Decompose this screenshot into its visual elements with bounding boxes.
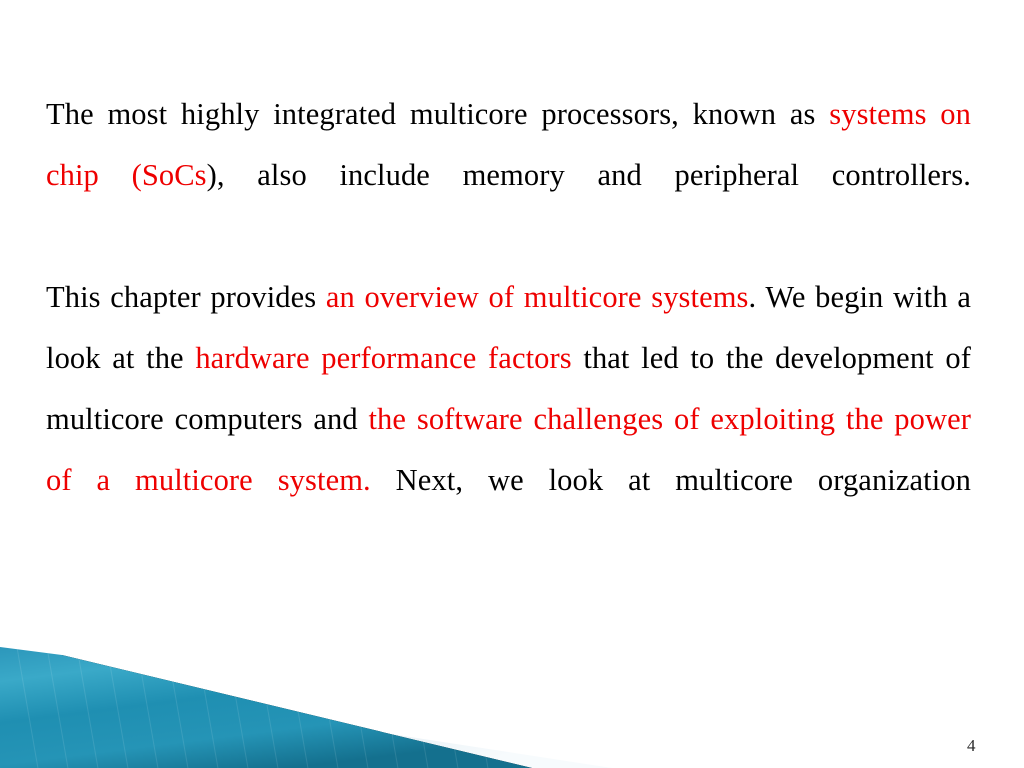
page-number: 4 <box>967 736 976 755</box>
paragraph-2: This chapter provides an overview of mul… <box>46 267 971 572</box>
pale-wedge-shape <box>0 700 612 768</box>
slide-body-text: The most highly integrated multicore pro… <box>46 84 971 572</box>
pale-wedge-upper <box>0 674 612 768</box>
highlighted-text-run: an overview of multicore systems <box>325 280 749 314</box>
black-stripe-shape <box>34 655 532 768</box>
text-run: ), also include memory and peripheral co… <box>206 158 972 192</box>
slide-canvas: The most highly integrated multicore pro… <box>0 0 1024 768</box>
teal-texture-lines <box>13 647 491 768</box>
text-run: This chapter provides <box>46 280 326 314</box>
teal-triangle-shape <box>0 647 532 768</box>
paragraph-1: The most highly integrated multicore pro… <box>46 84 971 267</box>
text-run: Next, we look at multicore organization <box>370 463 971 497</box>
highlighted-text-run: hardware performance factors <box>195 341 572 375</box>
text-run: The most highly integrated multicore pro… <box>46 97 830 131</box>
